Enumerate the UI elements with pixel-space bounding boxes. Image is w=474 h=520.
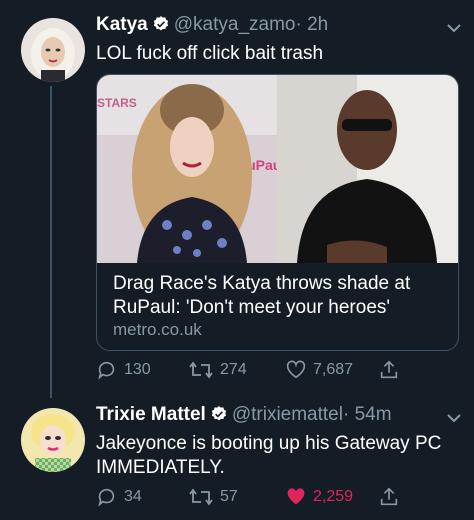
tweet-time[interactable]: · 2h bbox=[295, 14, 328, 35]
verified-badge-icon bbox=[211, 406, 226, 421]
reply-button[interactable]: 130 bbox=[96, 359, 151, 381]
author-handle[interactable]: @trixiemattel bbox=[232, 404, 343, 425]
card-image: STARS RuPau bbox=[97, 75, 458, 263]
tweet-text: LOL fuck off click bait trash bbox=[96, 43, 324, 64]
reply-icon bbox=[98, 488, 115, 507]
card-title: Drag Race's Katya throws shade at RuPaul… bbox=[113, 273, 411, 318]
chevron-down-icon[interactable] bbox=[446, 23, 462, 33]
tweet-time[interactable]: · 54m bbox=[343, 404, 392, 425]
like-count: 2,259 bbox=[313, 488, 354, 505]
thread-line bbox=[50, 86, 52, 398]
author-name[interactable]: Trixie Mattel bbox=[96, 404, 206, 425]
avatar-katya[interactable] bbox=[21, 18, 85, 82]
reply-count: 130 bbox=[124, 361, 151, 378]
like-count: 7,687 bbox=[313, 361, 354, 378]
like-button[interactable]: 2,259 bbox=[285, 486, 353, 508]
reply-count: 34 bbox=[124, 488, 142, 505]
author-name[interactable]: Katya bbox=[96, 14, 148, 35]
heart-icon bbox=[286, 360, 306, 379]
share-icon bbox=[380, 487, 398, 506]
retweet-count: 274 bbox=[220, 361, 247, 378]
reply-icon bbox=[98, 361, 115, 380]
verified-badge-icon bbox=[153, 16, 168, 31]
retweet-button[interactable]: 274 bbox=[188, 359, 247, 381]
share-button[interactable] bbox=[378, 359, 406, 381]
chevron-down-icon[interactable] bbox=[446, 413, 462, 423]
avatar-trixie[interactable] bbox=[21, 408, 85, 472]
share-button[interactable] bbox=[378, 486, 406, 508]
like-button[interactable]: 7,687 bbox=[285, 359, 353, 381]
tweet2-header: Trixie Mattel @trixiemattel· 54m bbox=[96, 404, 392, 426]
svg-text:STARS: STARS bbox=[97, 96, 137, 110]
retweet-count: 57 bbox=[220, 488, 238, 505]
tweet-text: Jakeyonce is booting up his Gateway PC I… bbox=[96, 433, 442, 478]
share-icon bbox=[380, 360, 398, 379]
author-handle[interactable]: @katya_zamo bbox=[174, 14, 296, 35]
reply-button[interactable]: 34 bbox=[96, 486, 142, 508]
retweet-button[interactable]: 57 bbox=[188, 486, 238, 508]
tweet1-header: Katya @katya_zamo· 2h bbox=[96, 14, 328, 36]
link-card[interactable]: STARS RuPau Drag Race's Katya throws sha… bbox=[96, 74, 459, 351]
retweet-icon bbox=[189, 488, 213, 506]
heart-icon bbox=[287, 488, 305, 505]
card-domain: metro.co.uk bbox=[113, 320, 202, 339]
retweet-icon bbox=[189, 361, 213, 379]
